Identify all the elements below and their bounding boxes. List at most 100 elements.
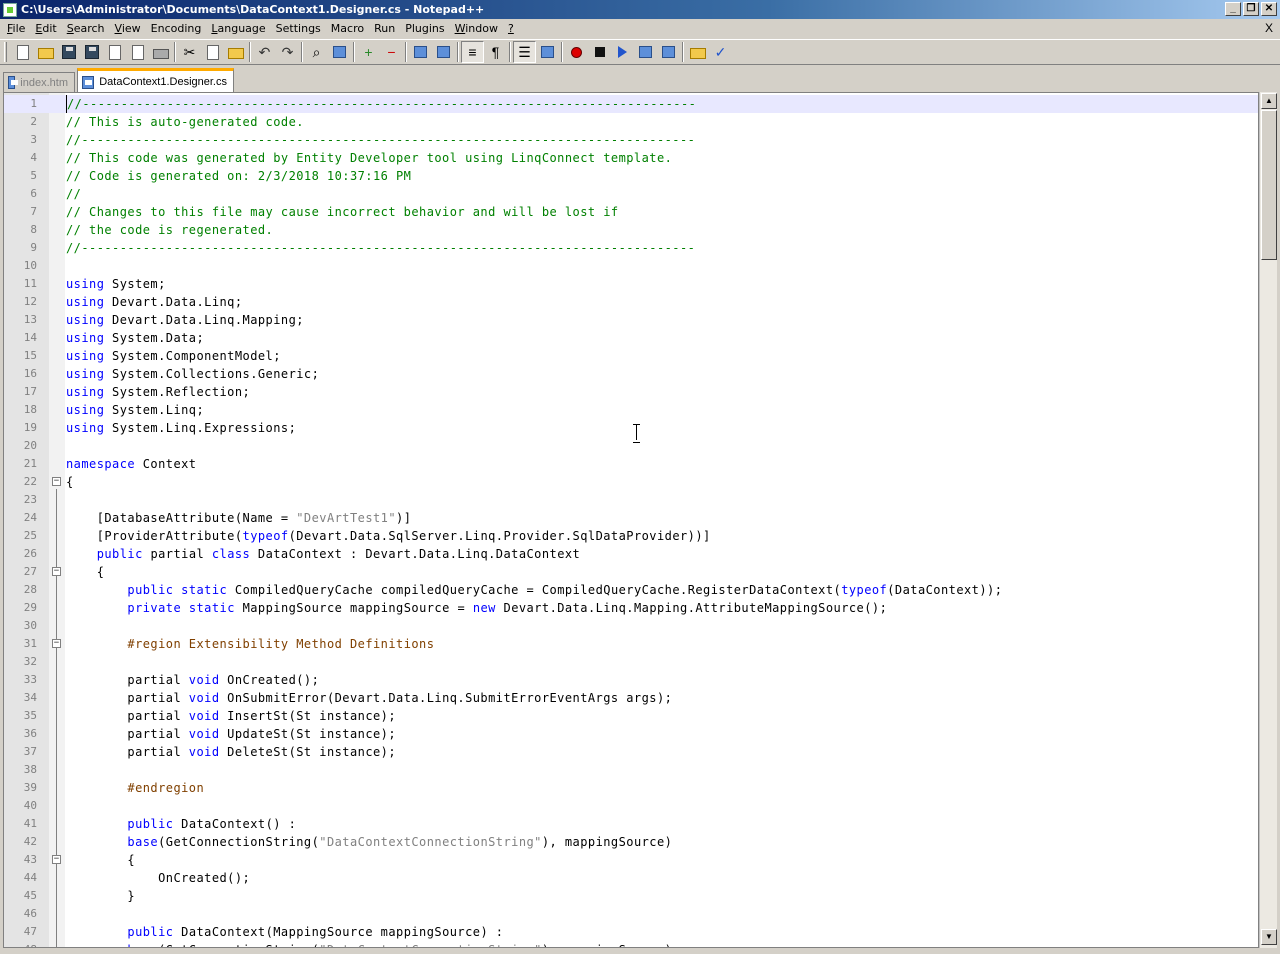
code-line[interactable]: 37 partial void DeleteSt(St instance); <box>4 743 1258 761</box>
new-file-button[interactable] <box>11 41 34 63</box>
code-line[interactable]: 39 #endregion <box>4 779 1258 797</box>
code-line[interactable]: 29 private static MappingSource mappingS… <box>4 599 1258 617</box>
code-line[interactable]: 9 //-------------------------------------… <box>4 239 1258 257</box>
cut-button[interactable]: ✂ <box>178 41 201 63</box>
fold-toggle-icon[interactable]: − <box>52 639 61 648</box>
word-wrap-button[interactable]: ≡ <box>461 41 484 63</box>
fold-toggle-icon[interactable]: − <box>52 567 61 576</box>
menu-file[interactable]: File <box>2 20 30 38</box>
menu-language[interactable]: Language <box>206 20 270 38</box>
code-line[interactable]: 21 namespace Context <box>4 455 1258 473</box>
open-folder-button[interactable] <box>34 41 57 63</box>
save-all-button[interactable] <box>80 41 103 63</box>
code-line[interactable]: 11 using System; <box>4 275 1258 293</box>
close-button[interactable] <box>103 41 126 63</box>
code-line[interactable]: 28 public static CompiledQueryCache comp… <box>4 581 1258 599</box>
code-line[interactable]: 3 //-------------------------------------… <box>4 131 1258 149</box>
code-line[interactable]: 31 − #region Extensibility Method Definit… <box>4 635 1258 653</box>
spellcheck-button[interactable]: ✓ <box>709 41 732 63</box>
code-line[interactable]: 4 // This code was generated by Entity De… <box>4 149 1258 167</box>
code-line[interactable]: 7 // Changes to this file may cause incor… <box>4 203 1258 221</box>
copy-button[interactable] <box>201 41 224 63</box>
play-macro-button[interactable] <box>611 41 634 63</box>
code-line[interactable]: 48 base(GetConnectionString("DataContext… <box>4 941 1258 947</box>
menu-macro[interactable]: Macro <box>326 20 369 38</box>
code-line[interactable]: 43 − { <box>4 851 1258 869</box>
menu-search[interactable]: Search <box>62 20 110 38</box>
save-macro-button[interactable] <box>657 41 680 63</box>
run-macro-multiple-button[interactable] <box>634 41 657 63</box>
code-editor[interactable]: 1 //-------------------------------------… <box>3 92 1259 948</box>
doc-map-button[interactable] <box>536 41 559 63</box>
code-line[interactable]: 27 − { <box>4 563 1258 581</box>
paste-button[interactable] <box>224 41 247 63</box>
code-line[interactable]: 42 base(GetConnectionString("DataContext… <box>4 833 1258 851</box>
record-macro-button[interactable] <box>565 41 588 63</box>
code-line[interactable]: 10 <box>4 257 1258 275</box>
close-all-button[interactable] <box>126 41 149 63</box>
code-line[interactable]: 47 public DataContext(MappingSource mapp… <box>4 923 1258 941</box>
code-line[interactable]: 24 [DatabaseAttribute(Name = "DevArtTest… <box>4 509 1258 527</box>
tab-index-htm[interactable]: index.htm <box>3 72 75 92</box>
show-all-chars-button[interactable]: ¶ <box>484 41 507 63</box>
undo-button[interactable]: ↶ <box>253 41 276 63</box>
code-line[interactable]: 15 using System.ComponentModel; <box>4 347 1258 365</box>
menu-plugins[interactable]: Plugins <box>400 20 449 38</box>
scroll-thumb[interactable] <box>1261 110 1277 260</box>
menu-window[interactable]: Window <box>450 20 503 38</box>
save-button[interactable] <box>57 41 80 63</box>
zoom-in-button[interactable]: + <box>357 41 380 63</box>
find-button[interactable]: ⌕ <box>305 41 328 63</box>
code-line[interactable]: 38 <box>4 761 1258 779</box>
code-line[interactable]: 2 // This is auto-generated code. <box>4 113 1258 131</box>
code-line[interactable]: 34 partial void OnSubmitError(Devart.Dat… <box>4 689 1258 707</box>
code-line[interactable]: 44 OnCreated(); <box>4 869 1258 887</box>
code-line[interactable]: 17 using System.Reflection; <box>4 383 1258 401</box>
code-line[interactable]: 22 −{ <box>4 473 1258 491</box>
menu-encoding[interactable]: Encoding <box>146 20 207 38</box>
code-line[interactable]: 13 using Devart.Data.Linq.Mapping; <box>4 311 1258 329</box>
code-line[interactable]: 36 partial void UpdateSt(St instance); <box>4 725 1258 743</box>
scroll-down-icon[interactable]: ▼ <box>1261 929 1277 945</box>
scroll-up-icon[interactable]: ▲ <box>1261 93 1277 109</box>
code-line[interactable]: 46 <box>4 905 1258 923</box>
code-line[interactable]: 1 //-------------------------------------… <box>4 95 1258 113</box>
menu-run[interactable]: Run <box>369 20 400 38</box>
vertical-scrollbar[interactable]: ▲ ▼ <box>1259 92 1277 948</box>
code-line[interactable]: 26 public partial class DataContext : De… <box>4 545 1258 563</box>
code-line[interactable]: 23 <box>4 491 1258 509</box>
menu-view[interactable]: View <box>110 20 146 38</box>
code-line[interactable]: 32 <box>4 653 1258 671</box>
code-line[interactable]: 25 [ProviderAttribute(typeof(Devart.Data… <box>4 527 1258 545</box>
code-line[interactable]: 5 // Code is generated on: 2/3/2018 10:37… <box>4 167 1258 185</box>
stop-record-button[interactable] <box>588 41 611 63</box>
replace-button[interactable] <box>328 41 351 63</box>
launch-browser-button[interactable] <box>686 41 709 63</box>
code-line[interactable]: 14 using System.Data; <box>4 329 1258 347</box>
sync-vertical-button[interactable] <box>409 41 432 63</box>
print-button[interactable] <box>149 41 172 63</box>
code-line[interactable]: 12 using Devart.Data.Linq; <box>4 293 1258 311</box>
code-line[interactable]: 33 partial void OnCreated(); <box>4 671 1258 689</box>
code-line[interactable]: 18 using System.Linq; <box>4 401 1258 419</box>
notepadpp-app-icon[interactable] <box>3 2 17 17</box>
code-line[interactable]: 41 public DataContext() : <box>4 815 1258 833</box>
close-document-button[interactable]: X <box>1265 21 1273 35</box>
close-button[interactable]: ✕ <box>1261 2 1277 16</box>
code-line[interactable]: 30 <box>4 617 1258 635</box>
code-line[interactable]: 45 } <box>4 887 1258 905</box>
menu-help[interactable]: ? <box>503 20 519 38</box>
code-line[interactable]: 6 // <box>4 185 1258 203</box>
code-line[interactable]: 35 partial void InsertSt(St instance); <box>4 707 1258 725</box>
fold-toggle-icon[interactable]: − <box>52 477 61 486</box>
indent-guide-button[interactable]: ☰ <box>513 41 536 63</box>
sync-horizontal-button[interactable] <box>432 41 455 63</box>
zoom-out-button[interactable]: − <box>380 41 403 63</box>
tab-datacontext-designer[interactable]: DataContext1.Designer.cs <box>77 68 234 92</box>
restore-button[interactable]: ❐ <box>1243 2 1259 16</box>
minimize-button[interactable]: _ <box>1225 2 1241 16</box>
fold-toggle-icon[interactable]: − <box>52 855 61 864</box>
code-line[interactable]: 40 <box>4 797 1258 815</box>
toolbar-grip[interactable] <box>4 42 7 62</box>
redo-button[interactable]: ↷ <box>276 41 299 63</box>
